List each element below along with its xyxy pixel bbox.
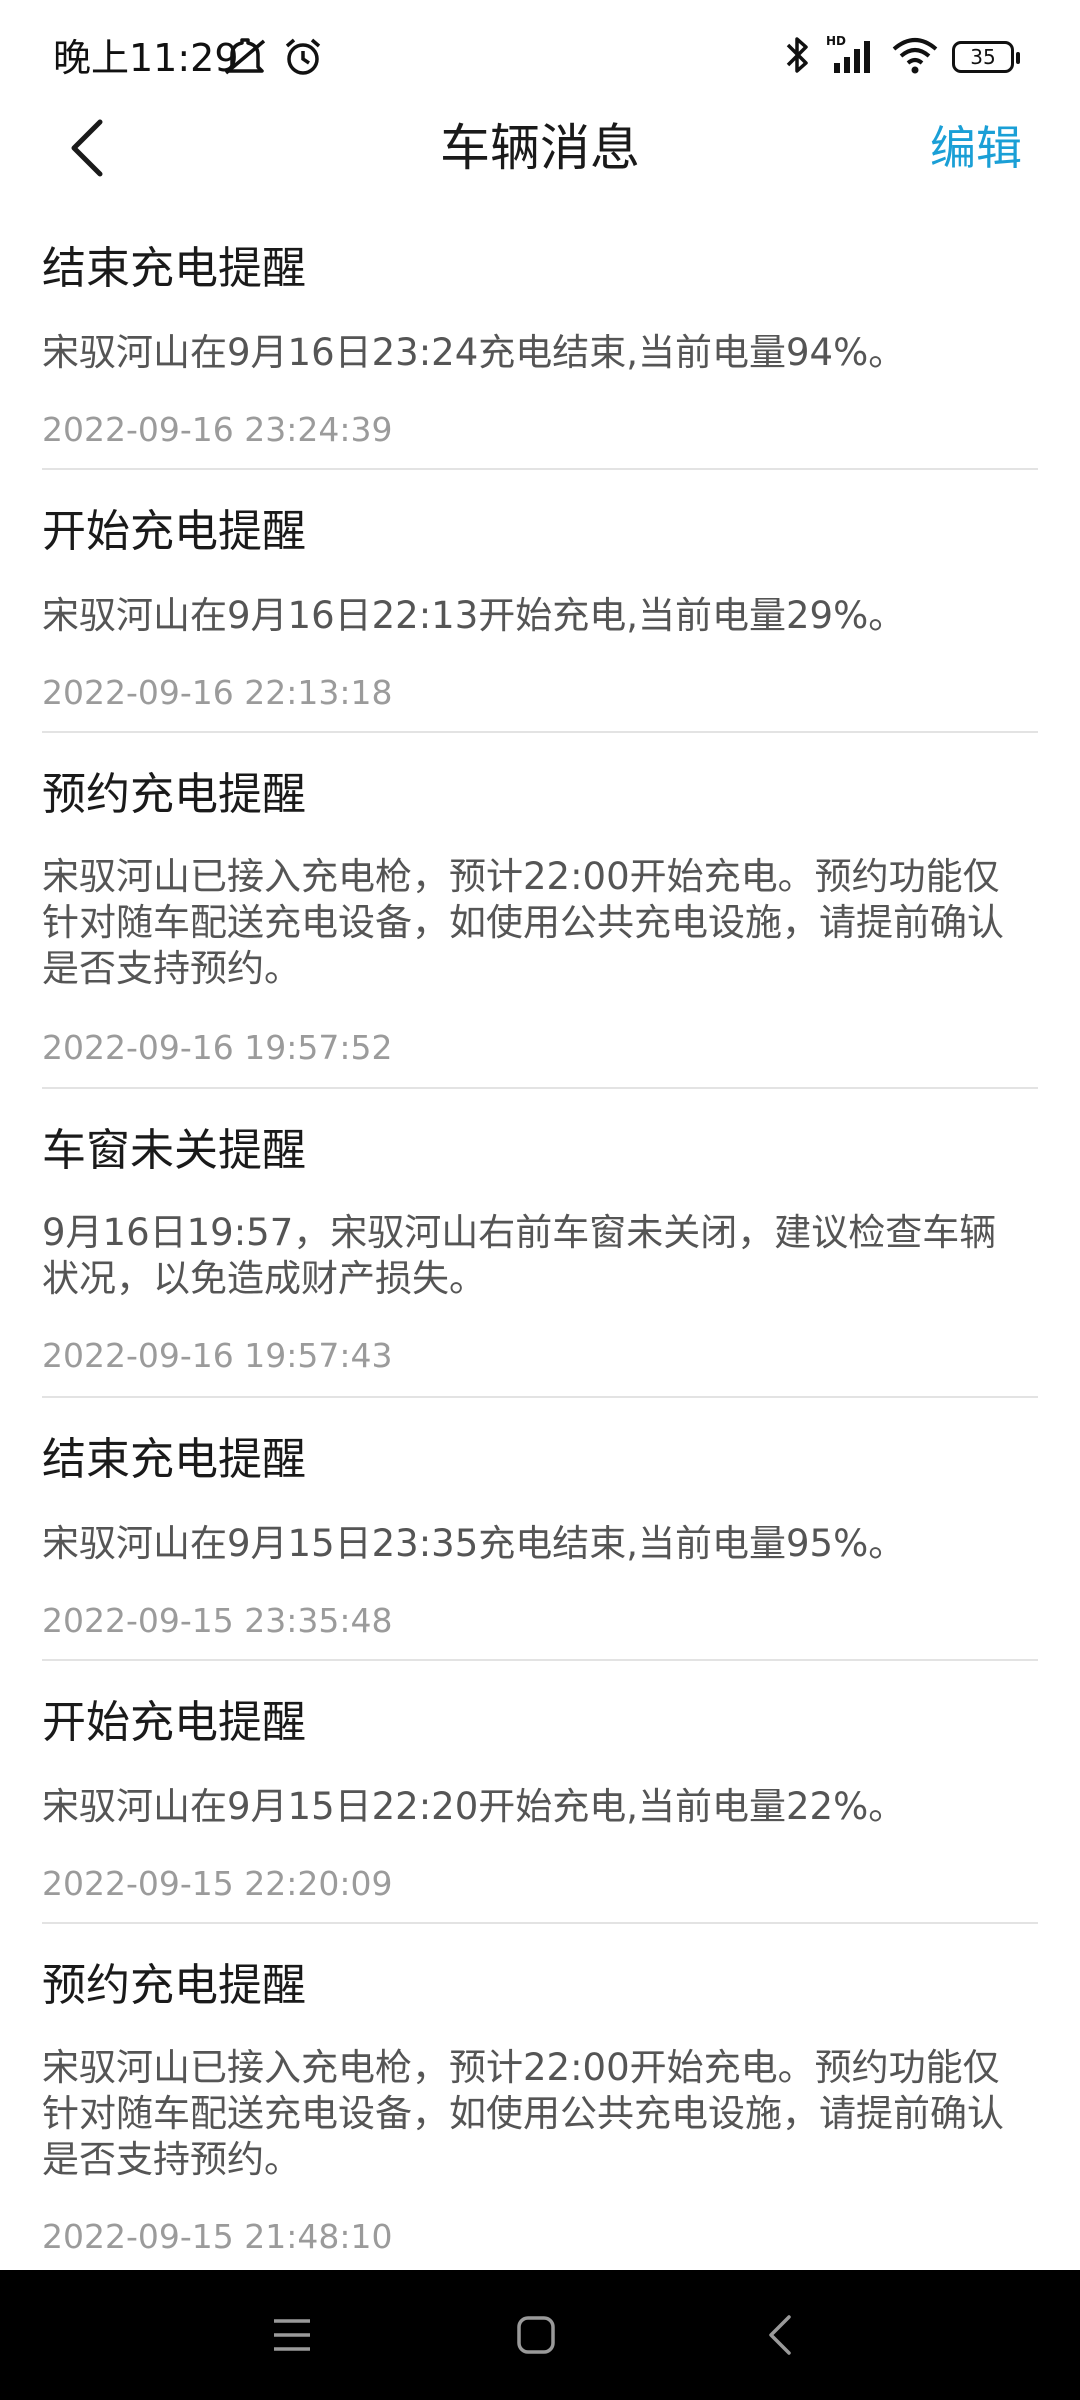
message-title: 结束充电提醒 [42, 243, 306, 294]
message-item[interactable]: 结束充电提醒 宋驭河山在9月15日23:35充电结束,当前电量95%。 2022… [42, 1431, 1038, 1661]
home-button[interactable] [491, 2270, 581, 2400]
message-item[interactable]: 开始充电提醒 宋驭河山在9月15日22:20开始充电,当前电量22%。 2022… [42, 1694, 1038, 1924]
mute-icon [222, 37, 268, 81]
divider [42, 1396, 1038, 1398]
message-body: 宋驭河山在9月15日22:20开始充电,当前电量22%。 [42, 1785, 906, 1828]
message-body: 宋驭河山在9月16日22:13开始充电,当前电量29%。 [42, 594, 906, 637]
hd-signal-icon: HD [824, 33, 878, 81]
bluetooth-icon [782, 33, 812, 81]
battery-icon: 35 [952, 41, 1020, 73]
status-right-icons: HD 35 [782, 33, 1020, 81]
system-nav-bar [0, 2270, 1080, 2400]
message-time: 2022-09-15 22:20:09 [42, 1864, 393, 1903]
message-item[interactable]: 预约充电提醒 宋驭河山已接入充电枪，预计22:00开始充电。预约功能仅针对随车配… [42, 766, 1038, 1086]
divider [42, 1087, 1038, 1089]
message-time: 2022-09-16 19:57:52 [42, 1028, 393, 1067]
status-bar: 晚上11:29 HD 35 [0, 0, 1080, 112]
status-time: 晚上11:29 [53, 36, 239, 80]
wifi-icon [890, 33, 940, 81]
message-title: 预约充电提醒 [42, 1960, 306, 2011]
back-icon [769, 2315, 791, 2355]
message-title: 开始充电提醒 [42, 1697, 306, 1748]
recent-apps-button[interactable] [247, 2270, 337, 2400]
message-title: 开始充电提醒 [42, 506, 306, 557]
message-body: 宋驭河山在9月16日23:24充电结束,当前电量94%。 [42, 331, 906, 374]
message-time: 2022-09-16 22:13:18 [42, 673, 393, 712]
menu-icon [274, 2319, 310, 2351]
message-title: 车窗未关提醒 [42, 1125, 306, 1176]
message-item[interactable]: 结束充电提醒 宋驭河山在9月16日23:24充电结束,当前电量94%。 2022… [42, 240, 1038, 470]
message-item[interactable]: 开始充电提醒 宋驭河山在9月16日22:13开始充电,当前电量29%。 2022… [42, 503, 1038, 733]
system-back-button[interactable] [735, 2270, 825, 2400]
message-body: 宋驭河山已接入充电枪，预计22:00开始充电。预约功能仅针对随车配送充电设备，如… [42, 855, 1004, 990]
app-header: 车辆消息 编辑 [0, 112, 1080, 184]
message-item[interactable]: 预约充电提醒 宋驭河山已接入充电枪，预计22:00开始充电。预约功能仅针对随车配… [42, 1957, 1038, 2277]
message-title: 结束充电提醒 [42, 1434, 306, 1485]
message-body: 宋驭河山在9月15日23:35充电结束,当前电量95%。 [42, 1522, 906, 1565]
svg-text:HD: HD [826, 34, 846, 48]
divider [42, 731, 1038, 733]
message-body: 9月16日19:57，宋驭河山右前车窗未关闭，建议检查车辆状况，以免造成财产损失… [42, 1211, 997, 1300]
status-left-icons [222, 36, 324, 82]
divider [42, 468, 1038, 470]
edit-button[interactable]: 编辑 [930, 112, 1022, 184]
message-body: 宋驭河山已接入充电枪，预计22:00开始充电。预约功能仅针对随车配送充电设备，如… [42, 2046, 1004, 2181]
message-time: 2022-09-16 23:24:39 [42, 410, 393, 449]
message-time: 2022-09-15 21:48:10 [42, 2217, 393, 2256]
alarm-icon [282, 36, 324, 82]
home-icon [517, 2316, 555, 2354]
divider [42, 1659, 1038, 1661]
page-title: 车辆消息 [440, 119, 640, 177]
message-title: 预约充电提醒 [42, 769, 306, 820]
message-item[interactable]: 车窗未关提醒 9月16日19:57，宋驭河山右前车窗未关闭，建议检查车辆状况，以… [42, 1122, 1038, 1392]
message-time: 2022-09-15 23:35:48 [42, 1601, 393, 1640]
divider [42, 1922, 1038, 1924]
message-time: 2022-09-16 19:57:43 [42, 1336, 393, 1375]
